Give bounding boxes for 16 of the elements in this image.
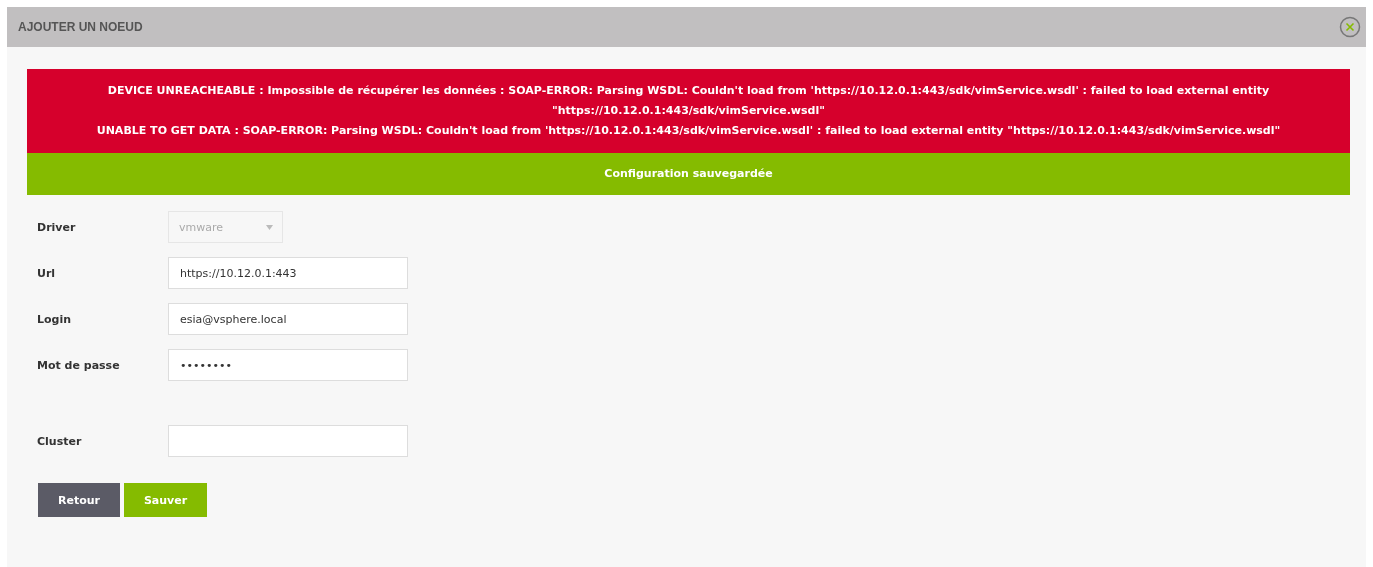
field-label: Driver xyxy=(37,220,77,234)
field-label: Mot de passe xyxy=(37,358,121,372)
input-field[interactable]: esia@vsphere.local xyxy=(168,303,408,335)
field-label: Login xyxy=(37,312,73,326)
field-label: Url xyxy=(37,266,57,280)
back-button[interactable]: Retour xyxy=(38,483,120,517)
caret-icon xyxy=(266,224,273,230)
input-field[interactable]: https://10.12.0.1:443 xyxy=(168,257,408,289)
alert-message: DEVICE UNREACHEABLE : Impossible de récupérer les données : SOAP-ERROR: Parsing WSDL: Couldn't load from 'https://10.12.0.1:443/sdk/vimService.wsdl' : failed to load external entity "https://10.12.0.1:443/sdk/vimService.wsdl" xyxy=(106,83,1271,119)
field-label: Cluster xyxy=(37,434,83,448)
dialog-title: AJOUTER UN NOEUD xyxy=(18,20,143,34)
input-field[interactable] xyxy=(168,425,408,457)
alert-message: UNABLE TO GET DATA : SOAP-ERROR: Parsing WSDL: Couldn't load from 'https://10.12.0.1:443/sdk/vimService.wsdl' : failed to load external entity "https://10.12.0.1:443/sdk/vimService.wsdl" xyxy=(95,123,1282,139)
alert-message: Configuration sauvegardée xyxy=(603,166,774,182)
input-field[interactable]: •••••••• xyxy=(168,349,408,381)
close-icon[interactable] xyxy=(1339,16,1361,38)
